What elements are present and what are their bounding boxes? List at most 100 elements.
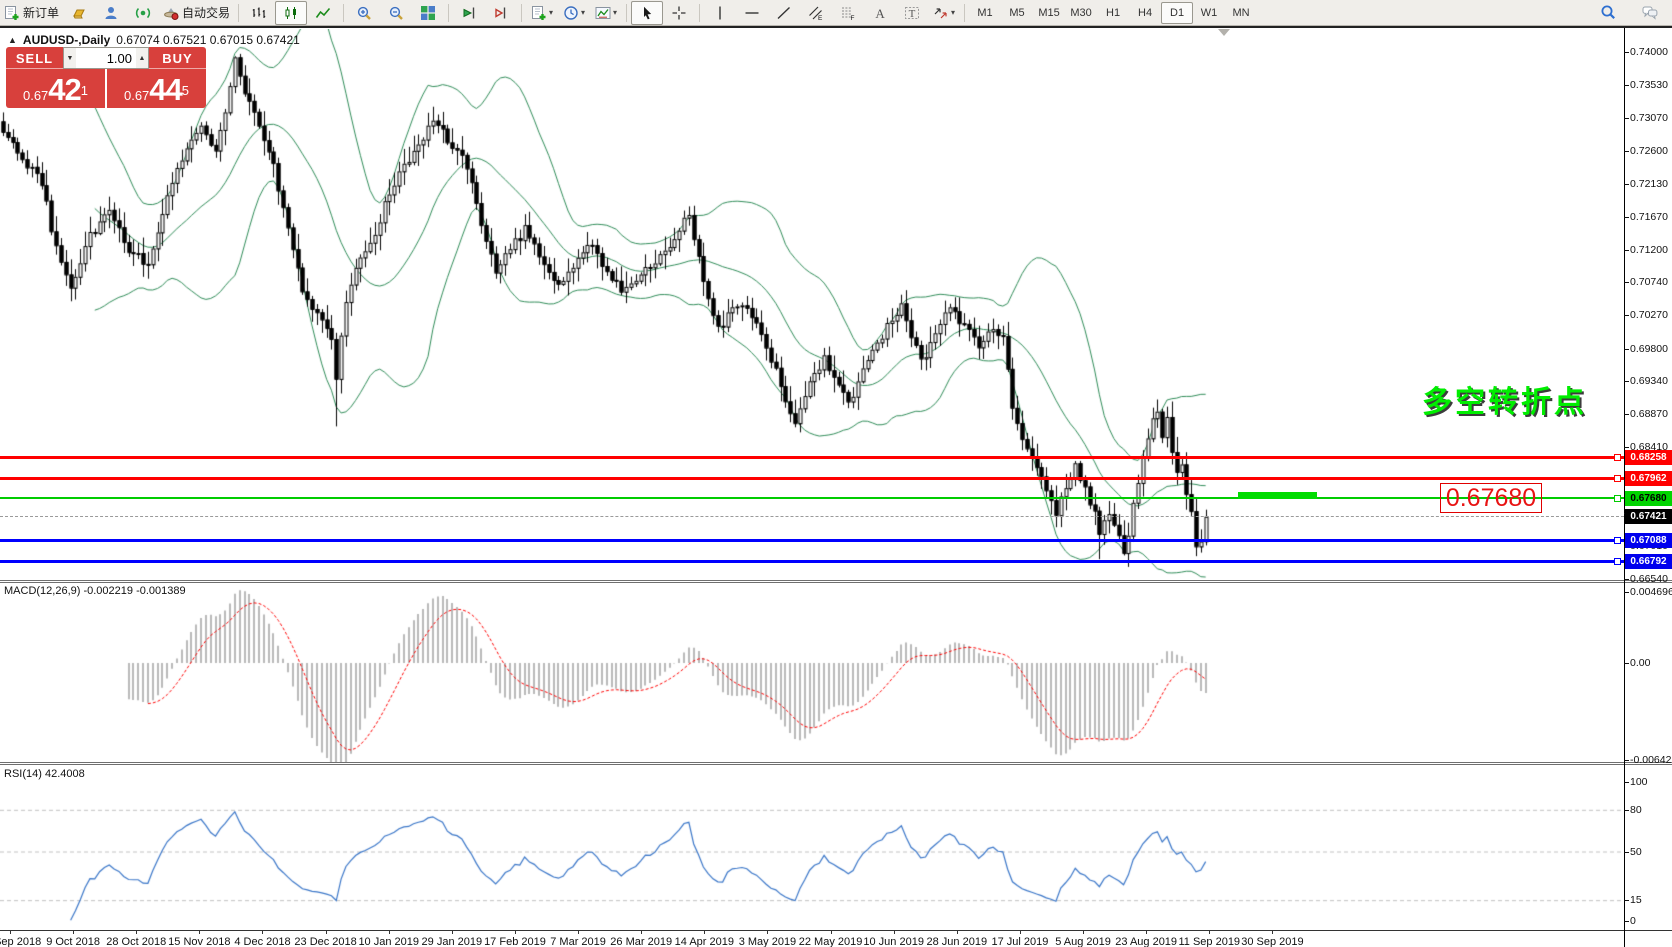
candlestick-button[interactable] <box>275 1 307 25</box>
line-anchor-handle[interactable] <box>1614 537 1621 544</box>
horizontal-line[interactable] <box>0 477 1624 480</box>
macd-canvas[interactable] <box>0 583 1624 763</box>
scroll-position-marker[interactable] <box>1218 29 1230 36</box>
toolbar: 新订单自动交易▾▾▾EFAT▾ M1M5M15M30H1H4D1W1MN <box>0 0 1672 26</box>
rsi-axis-tick <box>1624 782 1629 783</box>
timeframe-mn-button[interactable]: MN <box>1225 2 1257 24</box>
tile-windows-icon <box>420 5 436 21</box>
highlighted-level-segment[interactable] <box>1238 492 1317 499</box>
price-axis-label: 0.70270 <box>1630 309 1668 321</box>
line-anchor-handle[interactable] <box>1614 495 1621 502</box>
timeframe-h4-button[interactable]: H4 <box>1129 2 1161 24</box>
timeframe-m5-button[interactable]: M5 <box>1001 2 1033 24</box>
time-axis-tick <box>199 930 200 934</box>
volume-decrease-button[interactable]: ▼ <box>64 48 76 68</box>
volume-increase-button[interactable]: ▲ <box>136 48 148 68</box>
signals-button[interactable] <box>127 1 159 25</box>
crosshair-button[interactable] <box>663 1 695 25</box>
bar-chart-button[interactable] <box>243 1 275 25</box>
turning-point-annotation[interactable]: 多空转折点 <box>1422 377 1587 421</box>
horizontal-line[interactable] <box>0 560 1624 563</box>
sell-price-prefix: 0.67 <box>23 86 48 106</box>
sell-button[interactable]: SELL <box>6 47 63 69</box>
chevron-down-icon: ▾ <box>951 8 955 17</box>
time-axis-label: 17 Jul 2019 <box>991 936 1048 947</box>
history-center-button[interactable] <box>63 1 95 25</box>
price-tag: 0.67421 <box>1625 509 1672 524</box>
toolbar-right <box>1592 1 1666 23</box>
vertical-line-button[interactable] <box>704 1 736 25</box>
volume-input[interactable] <box>76 48 136 68</box>
trendline-button[interactable] <box>768 1 800 25</box>
level-price-label[interactable]: 0.67680 <box>1440 483 1542 513</box>
horizontal-line-button[interactable] <box>736 1 768 25</box>
time-axis-label: 4 Dec 2018 <box>234 936 290 947</box>
pane-separator[interactable] <box>0 762 1672 765</box>
zoom-in-button[interactable] <box>348 1 380 25</box>
new-order-button-label: 新订单 <box>23 4 59 21</box>
horizontal-line[interactable] <box>0 497 1624 499</box>
time-axis-label: 10 Jan 2019 <box>358 936 419 947</box>
chat-button[interactable] <box>1634 0 1666 24</box>
time-axis-tick <box>1209 930 1210 934</box>
horizontal-line[interactable] <box>0 539 1624 542</box>
price-axis-label: 0.74000 <box>1630 46 1668 58</box>
bar-chart-icon <box>251 5 267 21</box>
timeframe-h1-button[interactable]: H1 <box>1097 2 1129 24</box>
time-axis-label: 9 Oct 2018 <box>46 936 100 947</box>
svg-text:E: E <box>818 15 823 21</box>
line-chart-icon <box>315 5 331 21</box>
zoom-out-button[interactable] <box>380 1 412 25</box>
auto-scroll-button[interactable] <box>453 1 485 25</box>
timeframe-m15-button[interactable]: M15 <box>1033 2 1065 24</box>
toolbar-separator <box>448 4 449 22</box>
autotrading-button[interactable]: 自动交易 <box>159 1 234 25</box>
text-button[interactable]: A <box>864 1 896 25</box>
chart-shift-button[interactable] <box>485 1 517 25</box>
price-axis-label: 0.69340 <box>1630 375 1668 387</box>
timeframe-d1-button[interactable]: D1 <box>1161 2 1193 24</box>
text-label-button[interactable]: T <box>896 1 928 25</box>
buy-button[interactable]: BUY <box>149 47 206 69</box>
new-order-button[interactable]: 新订单 <box>0 1 63 25</box>
person-icon <box>103 5 119 21</box>
periods-button[interactable]: ▾ <box>558 1 590 25</box>
indicators-button[interactable]: ▾ <box>526 1 558 25</box>
pane-separator[interactable] <box>0 580 1672 583</box>
sell-price[interactable]: 0.67421 <box>6 69 105 108</box>
timeframe-m1-button[interactable]: M1 <box>969 2 1001 24</box>
rsi-label: RSI(14) 42.4008 <box>4 768 85 780</box>
fibonacci-button[interactable]: F <box>832 1 864 25</box>
timeframe-w1-button[interactable]: W1 <box>1193 2 1225 24</box>
template-icon <box>595 5 611 21</box>
time-axis-tick <box>515 930 516 934</box>
cursor-button[interactable] <box>631 1 663 25</box>
community-button[interactable] <box>95 1 127 25</box>
autotrading-button-label: 自动交易 <box>182 4 230 21</box>
horizontal-line[interactable] <box>0 456 1624 459</box>
buy-price[interactable]: 0.67445 <box>107 69 206 108</box>
search-button[interactable] <box>1592 0 1624 24</box>
time-axis-tick <box>10 930 11 934</box>
line-chart-button[interactable] <box>307 1 339 25</box>
line-anchor-handle[interactable] <box>1614 475 1621 482</box>
collapse-arrow-icon[interactable]: ▲ <box>8 35 17 45</box>
horizontal-line[interactable] <box>0 516 1624 517</box>
price-axis-label: 0.69800 <box>1630 343 1668 355</box>
tile-windows-button[interactable] <box>412 1 444 25</box>
timeframe-m30-button[interactable]: M30 <box>1065 2 1097 24</box>
search-icon <box>1600 4 1616 20</box>
price-axis-label: 0.66540 <box>1630 573 1668 585</box>
price-axis-tick <box>1624 282 1629 283</box>
time-axis-label: 23 Aug 2019 <box>1115 936 1177 947</box>
line-anchor-handle[interactable] <box>1614 558 1621 565</box>
templates-button[interactable]: ▾ <box>590 1 622 25</box>
time-axis-tick <box>452 930 453 934</box>
time-axis-tick <box>326 930 327 934</box>
line-anchor-handle[interactable] <box>1614 454 1621 461</box>
arrows-button[interactable]: ▾ <box>928 1 960 25</box>
channel-button[interactable]: E <box>800 1 832 25</box>
rsi-canvas[interactable] <box>0 765 1624 930</box>
price-axis-tick <box>1624 349 1629 350</box>
time-axis-label: 20 Sep 2018 <box>0 936 41 947</box>
